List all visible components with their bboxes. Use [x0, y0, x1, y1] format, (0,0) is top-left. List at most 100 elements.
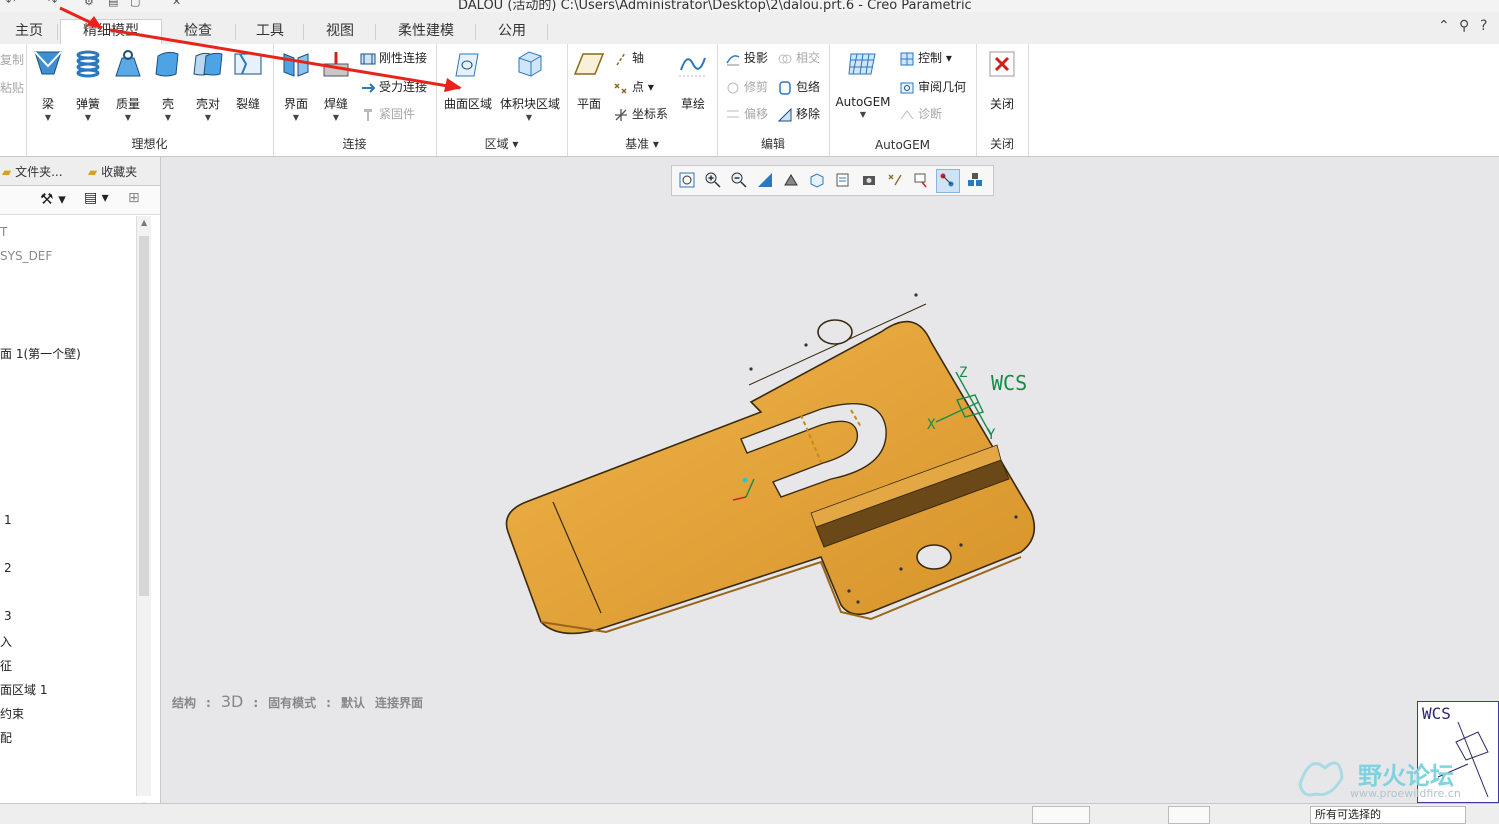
tab-applications[interactable]: 公用 — [476, 20, 548, 44]
spring-button[interactable]: 弹簧 ▼ — [68, 48, 108, 122]
group-autogem: AutoGEM ▼ 控制 ▾ 审阅几何 诊断 AutoGEM — [829, 44, 977, 156]
group-datum: 平面 轴 点 ▾ 坐标系 草绘 基准 ▾ — [567, 44, 718, 156]
windows-icon[interactable]: ▤ — [108, 0, 118, 8]
intersect-icon — [778, 54, 792, 63]
copy-window-icon[interactable]: ▢ — [130, 0, 140, 8]
spring-icon — [76, 50, 100, 78]
crack-button[interactable]: 裂缝 — [228, 48, 268, 112]
project-icon — [726, 54, 740, 65]
group-label-edit: 编辑 — [760, 137, 785, 151]
close-window-icon[interactable]: ✕ — [172, 0, 181, 8]
point-icon — [614, 82, 627, 94]
trim-icon — [727, 82, 739, 93]
tree-item[interactable]: SYS_DEF — [0, 249, 52, 263]
group-label-datum[interactable]: 基准 ▾ — [567, 135, 717, 152]
project-button[interactable]: 投影 — [725, 48, 768, 68]
tree-item[interactable]: 配 — [0, 729, 12, 746]
autogem-button[interactable]: AutoGEM ▼ — [835, 48, 891, 119]
tab-tools[interactable]: 工具 — [236, 20, 304, 44]
axis-button[interactable]: 轴 — [613, 48, 644, 68]
help-icon[interactable]: ? — [1480, 18, 1487, 34]
tree-item[interactable]: 入 — [0, 633, 12, 650]
trim-button[interactable]: 修剪 — [725, 77, 768, 97]
tree-item[interactable]: 2 — [4, 561, 12, 575]
group-idealize: 梁 ▼ 弹簧 ▼ 质量 ▼ 壳 ▼ 壳对 ▼ 裂缝 理想化 — [26, 44, 274, 156]
csys-axis-x: X — [927, 417, 936, 433]
tree-item[interactable]: T — [0, 225, 7, 239]
redo-icon[interactable]: ↷ — [48, 0, 57, 8]
rigid-link-button[interactable]: 刚性连接 — [360, 48, 427, 68]
undo-icon[interactable]: ↶ — [6, 0, 15, 8]
interface-icon — [283, 53, 309, 77]
chevron-down-icon: ▼ — [292, 113, 300, 122]
interface-button[interactable]: 界面 ▼ — [276, 48, 316, 122]
plane-icon — [573, 53, 605, 75]
beam-button[interactable]: 梁 ▼ — [28, 48, 68, 122]
show-icon[interactable]: ▤ ▾ — [84, 190, 109, 206]
tree-scrollbar[interactable]: ▲ ▼ — [136, 216, 151, 810]
control-icon — [900, 52, 914, 65]
search-icon[interactable]: ⚲ — [1459, 18, 1469, 34]
diagnostics-button[interactable]: 诊断 — [899, 104, 942, 124]
mass-button[interactable]: 质量 ▼ — [108, 48, 148, 122]
sketch-button[interactable]: 草绘 — [673, 48, 713, 112]
remove-button[interactable]: 移除 — [777, 104, 820, 124]
group-label-autogem: AutoGEM — [874, 138, 931, 152]
settings-tools-icon[interactable]: ⚒ ▾ — [40, 190, 66, 208]
tree-item[interactable]: 征 — [0, 657, 12, 674]
minimize-ribbon-icon[interactable]: ⌃ — [1438, 18, 1450, 34]
csys-button[interactable]: 坐标系 — [613, 104, 668, 124]
review-geometry-button[interactable]: 审阅几何 — [899, 77, 966, 97]
tree-item[interactable]: 3 — [4, 609, 12, 623]
crack-icon — [234, 53, 262, 75]
close-button[interactable]: 关闭 — [982, 48, 1022, 112]
regenerate-icon[interactable]: ⚙ — [84, 0, 94, 8]
favorites-icon: ▰ — [88, 165, 98, 179]
tree-item[interactable]: 约束 — [0, 705, 24, 722]
volume-region-icon — [518, 51, 542, 77]
wrap-button[interactable]: 包络 — [777, 77, 820, 97]
group-label-region[interactable]: 区域 ▾ — [436, 135, 567, 152]
shell-button[interactable]: 壳 ▼ — [148, 48, 188, 122]
part-hole-bottom[interactable] — [916, 544, 952, 570]
tab-inspect[interactable]: 检查 — [160, 20, 236, 44]
group-close: 关闭 关闭 — [976, 44, 1029, 156]
mass-icon — [115, 50, 141, 77]
offset-button[interactable]: 偏移 — [725, 104, 768, 124]
chevron-down-icon: ▼ — [124, 113, 132, 122]
find-button[interactable] — [1168, 806, 1210, 824]
paste-button[interactable]: 粘贴 — [0, 78, 24, 98]
scroll-up-icon[interactable]: ▲ — [141, 218, 147, 227]
tab-view[interactable]: 视图 — [304, 20, 376, 44]
tab-flexible-modeling[interactable]: 柔性建模 — [376, 20, 476, 44]
tab-refine-model[interactable]: 精细模型 — [60, 19, 162, 46]
weld-button[interactable]: 焊缝 ▼ — [316, 48, 356, 122]
weighted-link-button[interactable]: 受力连接 — [360, 77, 427, 97]
plane-button[interactable]: 平面 — [569, 48, 609, 112]
intersect-button[interactable]: 相交 — [777, 48, 820, 68]
copy-button[interactable]: 复制 — [0, 50, 24, 70]
selection-filter-count[interactable] — [1032, 806, 1090, 824]
part-hole-top[interactable] — [817, 319, 853, 345]
shell-pair-button[interactable]: 壳对 ▼ — [188, 48, 228, 122]
tab-home[interactable]: 主页 — [0, 20, 58, 44]
surface-region-button[interactable]: 曲面区域 — [444, 48, 492, 112]
tree-filter-icon[interactable]: ⊞ — [128, 190, 140, 206]
tab-folder-browser[interactable]: ▰ 文件夹... — [2, 161, 63, 183]
scroll-thumb[interactable] — [139, 236, 149, 596]
volume-region-button[interactable]: 体积块区域 ▼ — [500, 48, 560, 122]
control-button[interactable]: 控制 ▾ — [899, 48, 952, 68]
point-button[interactable]: 点 ▾ — [613, 77, 654, 97]
selection-filter-dropdown[interactable]: 所有可选择的 — [1310, 806, 1466, 824]
fastener-button[interactable]: 紧固件 — [360, 104, 415, 124]
tree-item[interactable]: 1 — [4, 513, 12, 527]
model-info-text: 结构:3D: 固有模式: 默认 连接界面 — [172, 692, 423, 711]
diagnostics-icon — [900, 109, 914, 119]
tab-favorites[interactable]: ▰ 收藏夹 — [88, 161, 137, 183]
folder-icon: ▰ — [2, 165, 12, 179]
csys-label: WCS — [991, 371, 1027, 395]
tree-item[interactable]: 面 1(第一个壁) — [0, 345, 81, 362]
mesh-icon — [848, 53, 876, 75]
watermark-logo-icon — [1298, 761, 1344, 797]
tree-item[interactable]: 面区域 1 — [0, 681, 47, 698]
